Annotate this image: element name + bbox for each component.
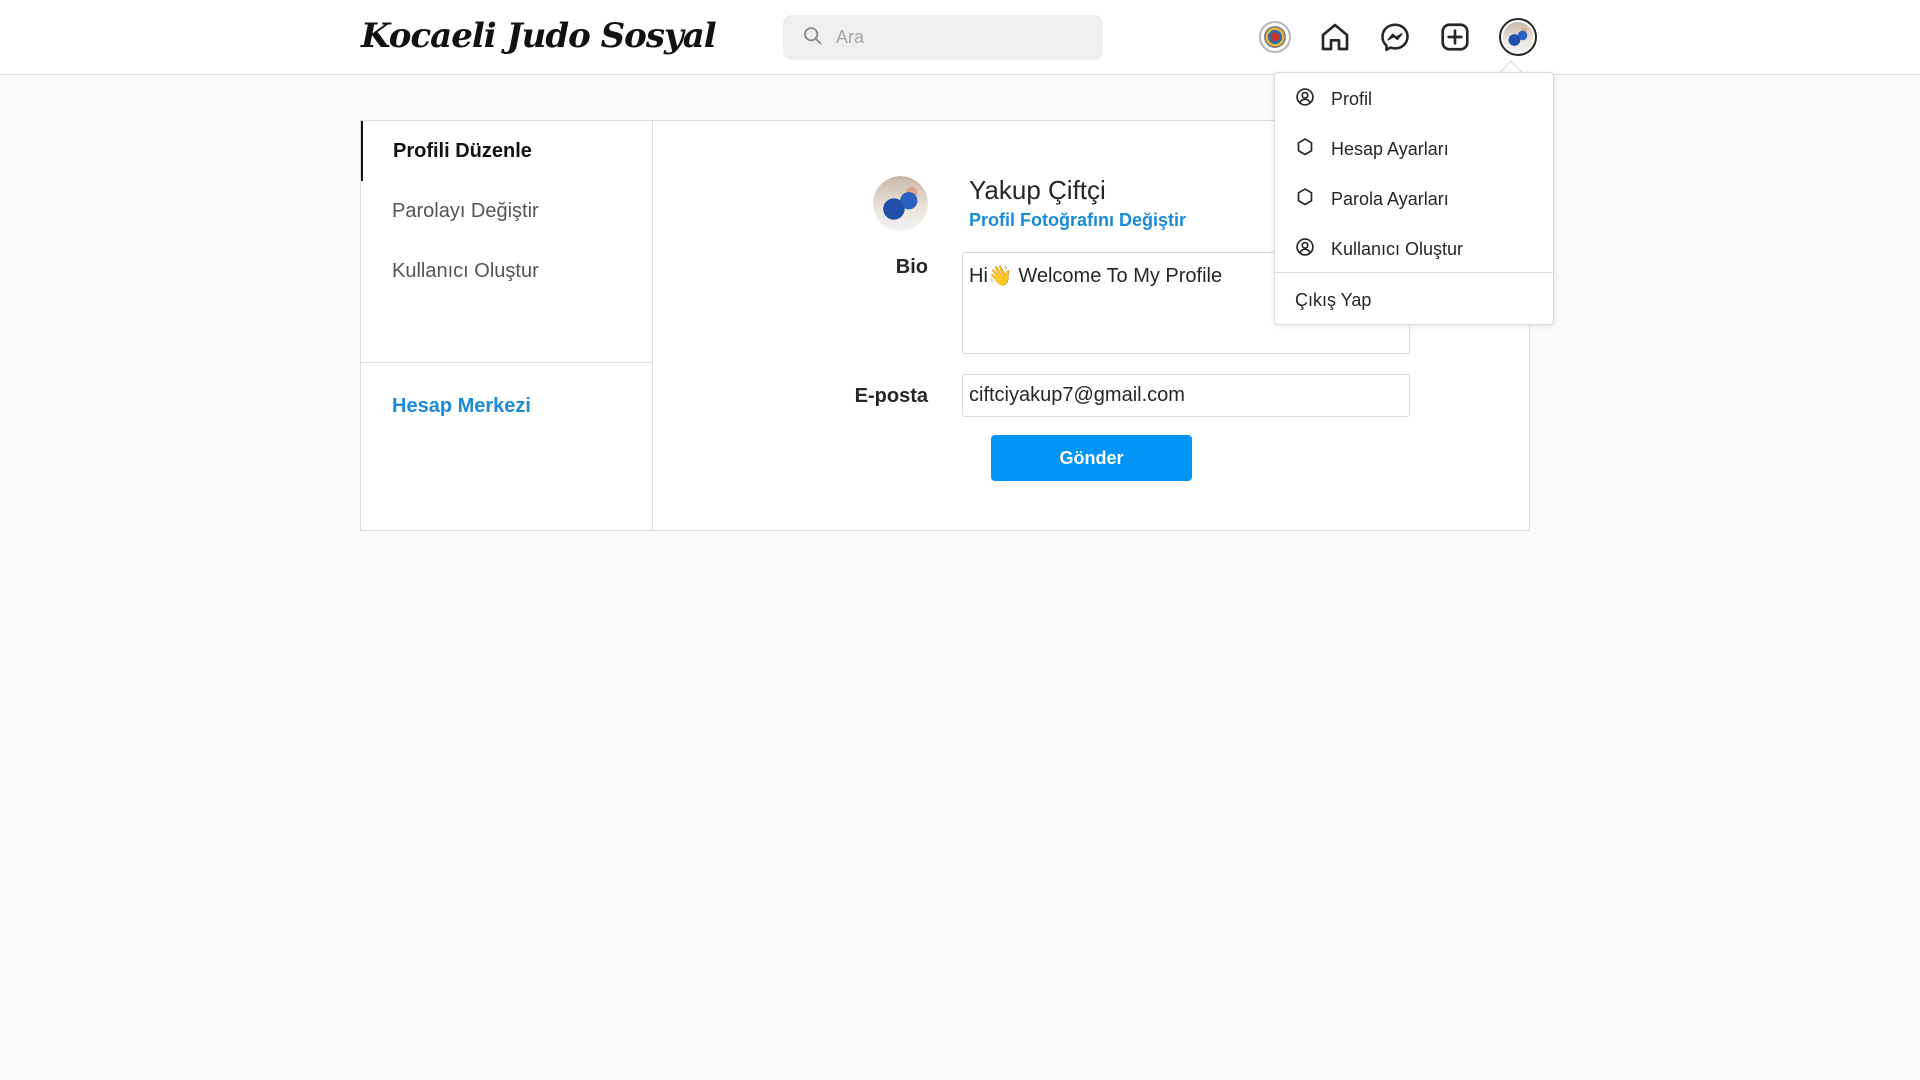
gear-icon: [1295, 187, 1331, 212]
home-icon[interactable]: [1317, 19, 1353, 55]
menu-item-logout[interactable]: Çıkış Yap: [1275, 276, 1553, 324]
bio-label: Bio: [895, 256, 928, 278]
menu-item-password-settings[interactable]: Parola Ayarları: [1275, 175, 1553, 223]
search-icon: [802, 25, 823, 51]
top-navigation-bar: Kocaeli Judo Sosyal: [0, 0, 1920, 75]
club-logo-icon[interactable]: [1259, 21, 1291, 53]
sidebar-item-label: Kullanıcı Oluştur: [392, 259, 539, 282]
user-circle-icon: [1295, 87, 1331, 112]
new-post-icon[interactable]: [1437, 19, 1473, 55]
menu-item-account-settings[interactable]: Hesap Ayarları: [1275, 125, 1553, 173]
sidebar-item-create-user[interactable]: Kullanıcı Oluştur: [361, 241, 652, 301]
menu-divider: [1275, 272, 1553, 273]
menu-item-label: Profil: [1331, 88, 1373, 109]
sidebar-item-edit-profile[interactable]: Profili Düzenle: [361, 121, 652, 181]
email-field[interactable]: [962, 374, 1410, 417]
search-input[interactable]: [836, 22, 1086, 53]
user-circle-icon: [1295, 237, 1331, 262]
sidebar-item-label: Parolayı Değiştir: [392, 199, 539, 222]
menu-item-label: Parola Ayarları: [1331, 188, 1449, 209]
account-center-link[interactable]: Hesap Merkezi: [392, 395, 531, 418]
sidebar-item-label: Profili Düzenle: [393, 139, 532, 162]
sidebar-divider: [361, 362, 652, 363]
submit-button[interactable]: Gönder: [991, 435, 1192, 481]
profile-avatar-button[interactable]: [1499, 18, 1537, 56]
search-bar[interactable]: [783, 15, 1103, 60]
email-label: E-posta: [854, 385, 928, 407]
profile-name: Yakup Çiftçi: [969, 175, 1106, 205]
gear-icon: [1295, 137, 1331, 162]
brand-logo[interactable]: Kocaeli Judo Sosyal: [361, 16, 717, 56]
menu-item-label: Hesap Ayarları: [1331, 138, 1449, 159]
avatar: [1503, 22, 1533, 52]
avatar: [873, 176, 928, 231]
change-photo-link[interactable]: Profil Fotoğrafını Değiştir: [969, 210, 1186, 231]
menu-item-create-user[interactable]: Kullanıcı Oluştur: [1275, 225, 1553, 273]
sidebar-item-change-password[interactable]: Parolayı Değiştir: [361, 181, 652, 241]
settings-sidebar: Profili Düzenle Parolayı Değiştir Kullan…: [361, 121, 653, 530]
menu-item-label: Kullanıcı Oluştur: [1331, 238, 1464, 259]
profile-photo[interactable]: [873, 176, 928, 231]
menu-item-label: Çıkış Yap: [1295, 289, 1372, 310]
messenger-icon[interactable]: [1377, 19, 1413, 55]
menu-item-profile[interactable]: Profil: [1275, 75, 1553, 123]
profile-dropdown-menu: Profil Hesap Ayarları Parola Ayarları Ku…: [1274, 72, 1554, 325]
